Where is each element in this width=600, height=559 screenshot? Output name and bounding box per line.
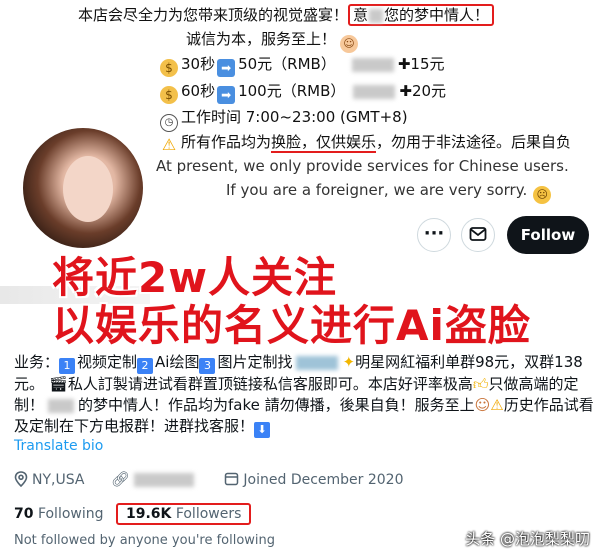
location: NY,USA — [14, 471, 89, 488]
follow-counts: 70 Following 19.6K Followers — [14, 503, 252, 525]
clock-icon: ◷ — [160, 114, 178, 132]
followers-count[interactable]: 19.6K Followers — [115, 503, 252, 525]
joined-date: Joined December 2020 — [224, 472, 404, 488]
avatar[interactable] — [20, 125, 146, 251]
banner-line-2: 诚信为本，服务至上！ ☺ — [186, 28, 361, 53]
banner-line-1: 本店会尽全力为您带来顶级的视觉盛宴！意您的梦中情人！ — [78, 4, 495, 26]
following-count[interactable]: 70 Following — [14, 506, 104, 522]
blurred-text — [351, 57, 394, 72]
plus-icon: ✚ — [397, 55, 411, 73]
thumbs-up-icon: 👍︎ — [472, 375, 489, 393]
banner-line-1-text: 本店会尽全力为您带来顶级的视觉盛宴！ — [78, 6, 349, 24]
keycap-2-icon: 2 — [137, 358, 154, 374]
person-emoji-icon: ☺ — [340, 35, 359, 53]
money-bag-icon: $ — [160, 86, 178, 104]
mail-icon — [469, 227, 487, 241]
not-followed-notice: Not followed by anyone you're following — [14, 533, 276, 548]
keycap-3-icon: 3 — [199, 358, 216, 374]
blurred-text — [353, 84, 396, 99]
blurred-name — [48, 398, 75, 413]
banner-price-60s: $60秒 ➡ 100元（RMB） ✚20元 — [160, 80, 446, 104]
money-bag-icon: $ — [160, 59, 178, 77]
watermark: 头条 @泡泡梨梨叨 — [465, 530, 590, 548]
blurred-name — [369, 8, 384, 23]
translate-bio-link[interactable]: Translate bio — [14, 438, 103, 454]
link-icon: 🔗︎ — [110, 470, 130, 488]
avatar-face — [63, 156, 113, 222]
blurred-text — [296, 355, 339, 370]
follow-button[interactable]: Follow — [507, 216, 589, 254]
sparkles-icon: ✦ — [342, 353, 356, 371]
disclaimer-underlined: 换脸，仅供娱乐 — [271, 133, 377, 153]
blurred-url — [133, 473, 194, 487]
right-arrow-icon: ➡ — [217, 59, 236, 77]
warning-icon: ⚠ — [490, 396, 504, 414]
down-arrow-icon: ⬇ — [254, 422, 271, 438]
more-options-button[interactable]: ··· — [417, 218, 451, 252]
more-icon: ··· — [423, 223, 445, 244]
person-icon: ☺ — [474, 396, 491, 414]
plus-icon: ✚ — [399, 82, 412, 100]
banner-price-30s: $30秒 ➡ 50元（RMB） ✚15元 — [160, 53, 445, 77]
warning-icon: ⚠ — [161, 135, 177, 154]
banner-hours: ◷ 工作时间 7:00~23:00 (GMT+8) — [160, 106, 408, 132]
calendar-icon — [225, 472, 239, 486]
right-arrow-icon: ➡ — [217, 86, 236, 104]
sweat-emoji-icon: ☹ — [533, 186, 552, 204]
banner-highlight-box: 意您的梦中情人！ — [348, 4, 495, 26]
profile-meta: NY,USA 🔗︎ Joined December 2020 — [14, 470, 426, 488]
overlay-headline-2: 以娱乐的名义进行Ai盗脸 — [52, 301, 531, 350]
profile-bio: 业务： 1 视频定制 2 Ai绘图 3 图片定制找 ✦明星网紅福利单群98元，双群138元。 … — [14, 353, 594, 438]
website-link[interactable]: 🔗︎ — [110, 470, 203, 488]
banner-disclaimer: ⚠ 所有作品均为换脸，仅供娱乐，勿用于非法途径。后果自负 — [161, 133, 572, 154]
location-pin-icon — [14, 471, 28, 488]
banner-english-2: If you are a foreigner, we are very sorr… — [226, 181, 554, 204]
banner-english-1: At present, we only provide services for… — [156, 157, 569, 175]
keycap-1-icon: 1 — [59, 358, 76, 374]
clapper-icon: 🎬︎ — [48, 375, 68, 393]
message-button[interactable] — [461, 218, 495, 252]
